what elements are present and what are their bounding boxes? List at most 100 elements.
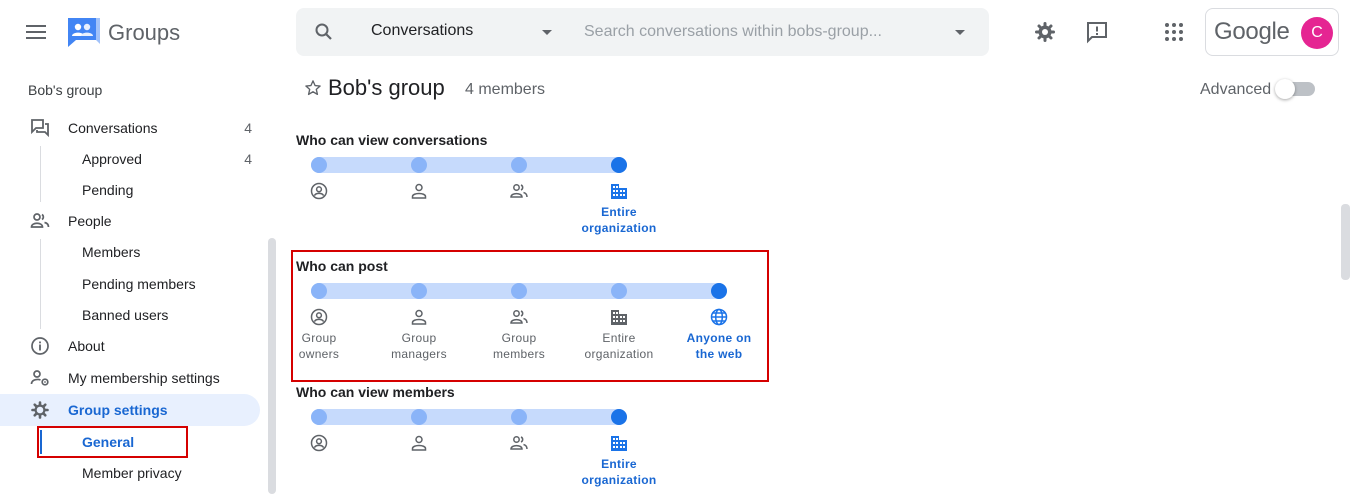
who-can-post-option-dot[interactable]: [511, 283, 527, 299]
sidebar-item-pending-members[interactable]: Pending members: [0, 268, 260, 300]
top-app-bar: Groups Conversations Google C: [0, 0, 1355, 64]
option-label-entire-organization[interactable]: Entire organization: [569, 456, 669, 488]
who-can-post-option-dot[interactable]: [311, 283, 327, 299]
advanced-toggle[interactable]: [1275, 79, 1315, 99]
view-conversations-option-dot[interactable]: [511, 157, 527, 173]
view-members-option-dot[interactable]: [511, 409, 527, 425]
sidebar-group-title[interactable]: Bob's group: [28, 82, 102, 98]
feedback-icon[interactable]: [1085, 20, 1109, 44]
option-label-line: Group: [501, 331, 537, 345]
sidebar-item-banned-users[interactable]: Banned users: [0, 299, 260, 331]
search-bar: Conversations: [296, 8, 989, 56]
sidebar-item-members[interactable]: Members: [0, 236, 260, 268]
search-input[interactable]: [584, 20, 944, 44]
group-members-icon: [510, 308, 528, 326]
option-label-line: Group: [401, 331, 437, 345]
members-count[interactable]: 4 members: [465, 81, 545, 99]
option-label-line: Entire: [601, 457, 637, 471]
apps-grid-icon[interactable]: [1162, 20, 1186, 44]
conversations-count: 4: [244, 120, 252, 136]
view-members-option-dot[interactable]: [411, 409, 427, 425]
group-members-icon: [510, 182, 528, 200]
who-can-post-selected-dot[interactable]: [711, 283, 727, 299]
option-label-line: owners: [298, 347, 340, 361]
organization-icon: [610, 308, 628, 326]
sidebar-scrollbar[interactable]: [268, 238, 276, 494]
option-label-line: Entire: [602, 331, 636, 345]
globe-icon: [710, 308, 728, 326]
view-conversations-slider-track[interactable]: [311, 157, 627, 173]
star-icon[interactable]: [304, 79, 322, 97]
sidebar-item-label: Group settings: [68, 402, 168, 418]
option-label-line: members: [492, 347, 546, 361]
people-icon: [30, 211, 50, 231]
option-label-entire-organization[interactable]: Entire organization: [569, 204, 669, 236]
person-settings-icon: [30, 368, 50, 388]
settings-gear-icon[interactable]: [1033, 20, 1057, 44]
view-members-title: Who can view members: [296, 384, 455, 400]
option-label-group-members[interactable]: Group members: [469, 330, 569, 362]
sidebar-item-my-membership-settings[interactable]: My membership settings: [0, 362, 260, 394]
option-label-line: organization: [584, 347, 654, 361]
sidebar-item-group-settings[interactable]: Group settings: [0, 394, 260, 426]
group-managers-icon: [410, 182, 428, 200]
sidebar-item-label: Conversations: [68, 120, 158, 136]
group-owners-icon: [310, 308, 328, 326]
organization-icon: [610, 182, 628, 200]
organization-icon: [610, 434, 628, 452]
sidebar-item-label: Pending: [82, 182, 134, 198]
conversations-icon: [30, 118, 50, 138]
group-members-icon: [510, 434, 528, 452]
view-members-selected-dot[interactable]: [611, 409, 627, 425]
scope-dropdown-icon[interactable]: [542, 30, 552, 35]
option-label-line: Group: [301, 331, 337, 345]
who-can-post-option-dot[interactable]: [611, 283, 627, 299]
option-label-group-owners[interactable]: Group owners: [269, 330, 369, 362]
sidebar-item-pending[interactable]: Pending: [0, 174, 260, 206]
sidebar-item-people[interactable]: People: [0, 205, 260, 237]
product-name: Groups: [108, 20, 181, 45]
group-managers-icon: [410, 434, 428, 452]
sidebar-item-conversations[interactable]: Conversations 4: [0, 112, 260, 144]
sidebar-item-label: Banned users: [82, 307, 169, 323]
sidebar-nav: Bob's group Conversations 4 Approved 4 P…: [0, 64, 280, 494]
view-conversations-title: Who can view conversations: [296, 132, 488, 148]
option-label-line: organization: [581, 221, 657, 235]
groups-logo[interactable]: [66, 16, 102, 48]
avatar[interactable]: C: [1301, 17, 1333, 49]
sidebar-item-label: My membership settings: [68, 370, 220, 386]
sidebar-item-label: Pending members: [82, 276, 196, 292]
view-conversations-selected-dot[interactable]: [611, 157, 627, 173]
sidebar-item-label: About: [68, 338, 105, 354]
main-content: Bob's group 4 members Advanced Who can v…: [280, 64, 1355, 494]
view-members-slider-track[interactable]: [311, 409, 627, 425]
account-switcher[interactable]: Google C: [1205, 8, 1339, 56]
search-options-icon[interactable]: [955, 30, 965, 35]
main-menu-icon[interactable]: [26, 24, 46, 40]
group-owners-icon: [310, 434, 328, 452]
sidebar-item-member-privacy[interactable]: Member privacy: [0, 457, 260, 489]
option-label-line: managers: [391, 347, 447, 361]
sidebar-item-label: Member privacy: [82, 465, 182, 481]
option-label-anyone-on-the-web[interactable]: Anyone on the web: [669, 330, 769, 362]
option-label-line: the web: [695, 347, 743, 361]
option-label-entire-organization[interactable]: Entire organization: [569, 330, 669, 362]
search-scope-selector[interactable]: Conversations: [371, 22, 473, 40]
group-owners-icon: [310, 182, 328, 200]
search-icon[interactable]: [314, 22, 334, 42]
who-can-post-option-dot[interactable]: [411, 283, 427, 299]
option-label-group-managers[interactable]: Group managers: [369, 330, 469, 362]
gear-icon: [30, 400, 50, 420]
toggle-knob[interactable]: [1275, 79, 1295, 99]
view-members-option-dot[interactable]: [311, 409, 327, 425]
group-managers-icon: [410, 308, 428, 326]
option-label-line: Entire: [601, 205, 637, 219]
sidebar-item-approved[interactable]: Approved 4: [0, 143, 260, 175]
sidebar-item-about[interactable]: About: [0, 330, 260, 362]
info-icon: [30, 336, 50, 356]
sidebar-item-label: People: [68, 213, 112, 229]
main-scrollbar[interactable]: [1341, 204, 1350, 280]
view-conversations-option-dot[interactable]: [411, 157, 427, 173]
sidebar-item-label: Members: [82, 244, 141, 260]
view-conversations-option-dot[interactable]: [311, 157, 327, 173]
